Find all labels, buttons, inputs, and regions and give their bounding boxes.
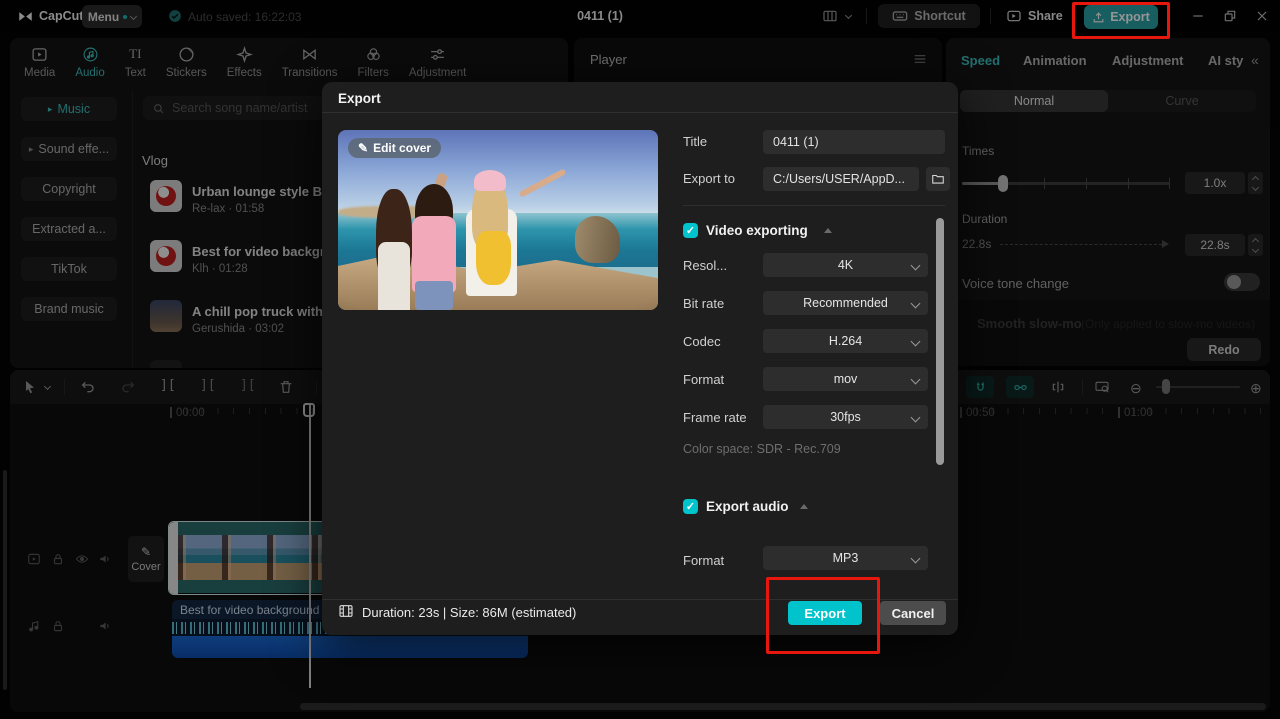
title-field-value: 0411 (1) <box>773 135 819 149</box>
chevron-down-icon <box>910 298 921 308</box>
bitrate-label: Bit rate <box>683 296 725 311</box>
audio-format-label: Format <box>683 553 725 568</box>
framerate-dropdown[interactable]: 30fps <box>763 405 928 429</box>
format-dropdown[interactable]: mov <box>763 367 928 391</box>
audio-format-dropdown[interactable]: MP3 <box>763 546 928 570</box>
chevron-down-icon <box>910 412 921 422</box>
pencil-icon: ✎ <box>358 141 369 155</box>
dropdown-value: mov <box>833 372 858 386</box>
export-audio-title: Export audio <box>706 499 789 514</box>
dialog-scrollbar[interactable] <box>936 218 944 465</box>
framerate-label: Frame rate <box>683 410 747 425</box>
export-dialog: Export ✎ Edit cover Title 0411 (1) Expor… <box>322 82 958 635</box>
dropdown-value: 4K <box>837 258 854 272</box>
title-field[interactable]: 0411 (1) <box>763 130 945 154</box>
edit-cover-badge[interactable]: ✎ Edit cover <box>348 138 442 158</box>
resolution-label: Resol... <box>683 258 728 273</box>
chevron-down-icon <box>910 553 921 563</box>
dialog-header-divider <box>322 112 958 113</box>
dropdown-value: 30fps <box>830 410 861 424</box>
annotation-box-dialog-export <box>766 577 880 654</box>
bitrate-dropdown[interactable]: Recommended <box>763 291 928 315</box>
export-audio-checkbox[interactable]: ✓ <box>683 499 698 514</box>
dialog-cancel-label: Cancel <box>891 605 935 621</box>
resolution-dropdown[interactable]: 4K <box>763 253 928 277</box>
video-exporting-checkbox[interactable]: ✓ <box>683 223 698 238</box>
edit-cover-label: Edit cover <box>373 141 432 155</box>
collapse-section-icon[interactable] <box>800 504 808 509</box>
chevron-down-icon <box>910 336 921 346</box>
export-to-value: C:/Users/USER/AppD... <box>773 172 905 186</box>
export-to-label: Export to <box>683 171 736 186</box>
format-label: Format <box>683 372 725 387</box>
collapse-section-icon[interactable] <box>824 228 832 233</box>
codec-label: Codec <box>683 334 721 349</box>
color-space-info: Color space: SDR - Rec.709 <box>683 442 841 456</box>
film-icon <box>338 603 354 619</box>
annotation-box-top-export <box>1072 2 1170 39</box>
video-exporting-title: Video exporting <box>706 223 808 238</box>
section-divider <box>683 205 945 206</box>
chevron-down-icon <box>910 374 921 384</box>
browse-folder-button[interactable] <box>926 167 950 191</box>
chevron-down-icon <box>910 260 921 270</box>
export-summary-info: Duration: 23s | Size: 86M (estimated) <box>362 605 577 620</box>
checkbox-check-icon: ✓ <box>685 501 696 513</box>
dialog-cancel-button[interactable]: Cancel <box>880 601 946 625</box>
dropdown-value: MP3 <box>832 551 859 565</box>
dropdown-value: H.264 <box>828 334 863 348</box>
export-cover-preview[interactable]: ✎ Edit cover <box>338 130 658 310</box>
capcut-app-window: CapCut Menu Auto saved: 16:22:03 0411 (1… <box>0 0 1280 719</box>
codec-dropdown[interactable]: H.264 <box>763 329 928 353</box>
export-to-field[interactable]: C:/Users/USER/AppD... <box>763 167 919 191</box>
dialog-title: Export <box>338 91 381 106</box>
dropdown-value: Recommended <box>803 296 888 310</box>
title-field-label: Title <box>683 134 708 149</box>
checkbox-check-icon: ✓ <box>685 225 696 237</box>
